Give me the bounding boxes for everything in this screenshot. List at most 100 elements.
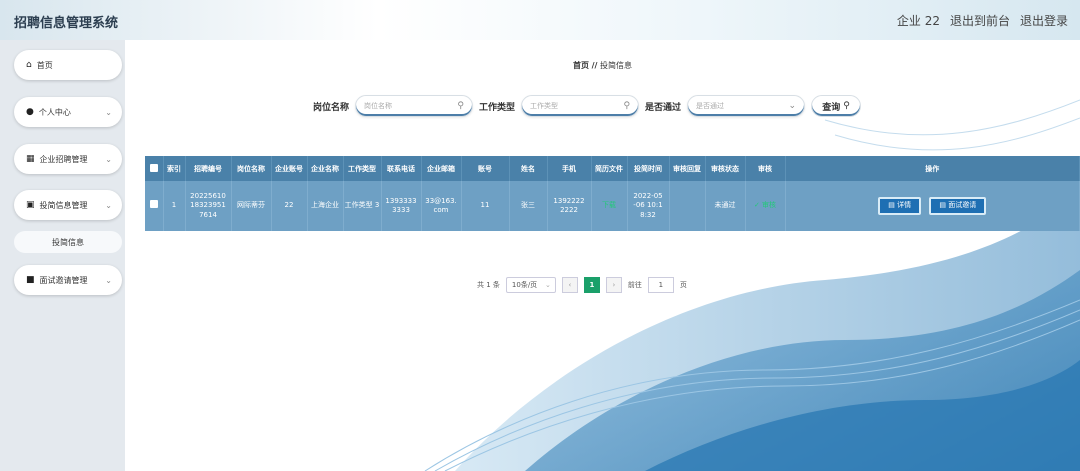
chevron-down-icon: ⌄ <box>105 200 112 210</box>
prev-page-button[interactable]: ‹ <box>561 277 578 293</box>
sidebar-subitem-resume-info[interactable]: 投简信息 <box>14 231 122 253</box>
search-icon: ⚲ <box>457 101 465 111</box>
main-content: 首页 // 投简信息 岗位名称 岗位名称 ⚲ 工作类型 工作类型 ⚲ 是否通过 … <box>125 40 1080 471</box>
detail-button[interactable]: ▤ 详情 <box>878 197 922 215</box>
sidebar-subitem-label: 投简信息 <box>52 237 84 247</box>
position-name-label: 岗位名称 <box>313 102 350 113</box>
briefcase-icon: ■ <box>26 275 35 285</box>
cell-job-type: 工作类型 3 <box>343 181 382 231</box>
job-type-label: 工作类型 <box>479 102 516 113</box>
query-button[interactable]: 查询 ⚲ <box>811 95 862 117</box>
app-title: 招聘信息管理系统 <box>14 16 119 31</box>
cell-company-account: 22 <box>271 181 308 231</box>
resume-table: 索引 招聘编号 岗位名称 企业账号 企业名称 工作类型 联系电话 企业邮箱 账号… <box>145 156 1080 231</box>
column-header: 企业邮箱 <box>421 156 462 181</box>
cell-company-name: 上海企业 <box>307 181 344 231</box>
cell-account: 11 <box>461 181 510 231</box>
breadcrumb-current: 投简信息 <box>599 61 632 70</box>
cell-job-no: 20225610 18323951 7614 <box>185 181 232 231</box>
grid-icon: ▦ <box>26 154 35 164</box>
column-header: 企业账号 <box>271 156 308 181</box>
sidebar-item-home[interactable]: ⌂ 首页 <box>14 50 122 80</box>
home-icon: ⌂ <box>26 60 32 70</box>
column-header: 索引 <box>163 156 186 181</box>
breadcrumb-separator: // <box>591 61 598 70</box>
sidebar-item-label: 面试邀请管理 <box>39 275 88 285</box>
column-header: 工作类型 <box>343 156 382 181</box>
column-header: 投简时间 <box>627 156 670 181</box>
column-header: 企业名称 <box>307 156 344 181</box>
row-checkbox[interactable] <box>145 181 164 231</box>
sidebar-item-resume-management[interactable]: ▣ 投简信息管理 ⌄ <box>14 190 122 220</box>
select-all-checkbox[interactable] <box>145 156 164 181</box>
current-user: 企业 22 <box>896 14 940 28</box>
logout-link[interactable]: 退出登录 <box>1020 12 1068 29</box>
column-header: 手机 <box>547 156 592 181</box>
cell-index: 1 <box>163 181 186 231</box>
edit-icon: ✓ <box>753 201 763 210</box>
column-header: 简历文件 <box>591 156 628 181</box>
column-header: 姓名 <box>509 156 548 181</box>
table-header-row: 索引 招聘编号 岗位名称 企业账号 企业名称 工作类型 联系电话 企业邮箱 账号… <box>145 156 1080 181</box>
cell-position: 网际蒂芬 <box>231 181 272 231</box>
next-page-button[interactable]: › <box>605 277 622 293</box>
search-bar: 岗位名称 岗位名称 ⚲ 工作类型 工作类型 ⚲ 是否通过 是否通过 ⌄ 查询 ⚲ <box>313 95 862 117</box>
page-size-select[interactable]: 10条/页 ⌄ <box>505 277 556 293</box>
column-header: 操作 <box>785 156 1080 181</box>
invite-icon: ▤ <box>939 201 949 210</box>
column-header: 审核状态 <box>705 156 746 181</box>
page-number[interactable]: 1 <box>583 277 600 293</box>
user-icon: ● <box>26 107 34 117</box>
detail-icon: ▤ <box>888 201 898 210</box>
top-bar: 招聘信息管理系统 企业 22 退出到前台 退出登录 <box>0 0 1080 40</box>
sidebar-item-interview-management[interactable]: ■ 面试邀请管理 ⌄ <box>14 265 122 295</box>
cell-mobile: 1392222 2222 <box>547 181 592 231</box>
total-count: 共 1 条 <box>477 281 500 289</box>
breadcrumb-home[interactable]: 首页 <box>573 61 589 70</box>
sidebar-item-recruitment[interactable]: ▦ 企业招聘管理 ⌄ <box>14 144 122 174</box>
column-header: 审核回复 <box>669 156 706 181</box>
sidebar: ⌂ 首页 ● 个人中心 ⌄ ▦ 企业招聘管理 ⌄ ▣ 投简信息管理 ⌄ 投简信息… <box>0 40 125 471</box>
goto-label: 前往 <box>627 281 642 289</box>
pass-status-label: 是否通过 <box>645 102 682 113</box>
column-header: 招聘编号 <box>185 156 232 181</box>
chevron-down-icon: ⌄ <box>545 281 551 289</box>
position-name-input[interactable]: 岗位名称 ⚲ <box>355 95 474 117</box>
sidebar-item-label: 首页 <box>36 60 53 70</box>
search-icon: ⚲ <box>843 101 850 111</box>
cell-time: 2022-05 -06 10:1 8:32 <box>627 181 670 231</box>
sidebar-item-personal-center[interactable]: ● 个人中心 ⌄ <box>14 97 122 127</box>
back-to-front-link[interactable]: 退出到前台 <box>950 12 1010 29</box>
interview-invite-button[interactable]: ▤ 面试邀请 <box>929 197 987 215</box>
sidebar-item-label: 企业招聘管理 <box>39 154 88 164</box>
cell-status: 未通过 <box>705 181 746 231</box>
cell-reply <box>669 181 706 231</box>
column-header: 账号 <box>461 156 510 181</box>
chevron-down-icon: ⌄ <box>105 107 112 117</box>
clipboard-icon: ▣ <box>26 200 35 210</box>
sidebar-item-label: 个人中心 <box>38 107 71 117</box>
column-header: 联系电话 <box>381 156 422 181</box>
chevron-left-icon: ‹ <box>568 281 572 289</box>
chevron-right-icon: › <box>612 281 616 289</box>
cell-phone: 1393333 3333 <box>381 181 422 231</box>
cell-name: 张三 <box>509 181 548 231</box>
goto-page-input[interactable]: 1 <box>647 277 674 293</box>
page-unit-label: 页 <box>679 281 687 289</box>
header-actions: 企业 22 退出到前台 退出登录 <box>897 12 1068 29</box>
chevron-down-icon: ⌄ <box>105 154 112 164</box>
chevron-down-icon: ⌄ <box>788 101 797 111</box>
table-row: 1 20225610 18323951 7614 网际蒂芬 22 上海企业 工作… <box>145 181 1080 231</box>
chevron-down-icon: ⌄ <box>105 275 112 285</box>
sidebar-item-label: 投简信息管理 <box>39 200 88 210</box>
search-icon: ⚲ <box>623 101 631 111</box>
column-header: 岗位名称 <box>231 156 272 181</box>
cell-actions: ▤ 详情 ▤ 面试邀请 <box>785 181 1080 231</box>
audit-link[interactable]: ✓ 审核 <box>745 181 786 231</box>
pass-status-select[interactable]: 是否通过 ⌄ <box>687 95 806 117</box>
breadcrumb: 首页 // 投简信息 <box>125 60 1080 71</box>
cell-email: 33@163. com <box>421 181 462 231</box>
column-header: 审核 <box>745 156 786 181</box>
job-type-input[interactable]: 工作类型 ⚲ <box>521 95 640 117</box>
resume-download-link[interactable]: 下载 <box>591 181 628 231</box>
